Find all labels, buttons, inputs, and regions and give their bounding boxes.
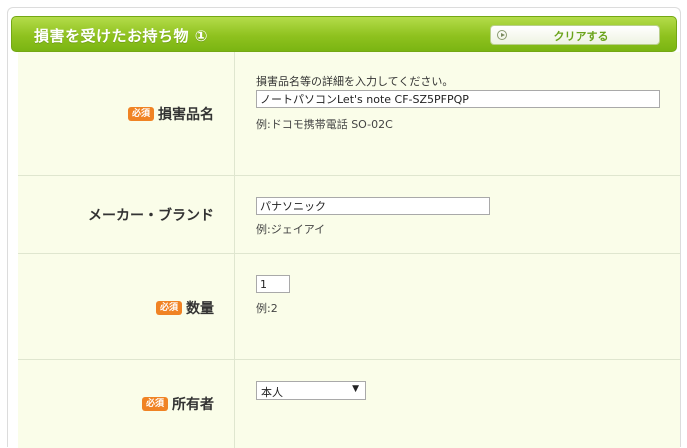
row-item-name: 必須 損害品名 損害品名等の詳細を入力してください。 例:ドコモ携帯電話 SO-… [18,52,680,176]
row-label-cell: 必須 損害品名 [18,52,235,175]
maker-label: メーカー・ブランド [88,205,214,225]
quantity-label: 必須 数量 [155,298,214,318]
required-badge: 必須 [155,301,182,315]
row-input-cell: 例:ジェイアイ [236,176,680,253]
quantity-input[interactable] [256,275,290,293]
row-label-cell: 必須 所有者 [18,360,235,448]
dropdown-arrow-icon: ▼ [352,384,359,394]
row-owner: 必須 所有者 本人 ▼ [18,360,680,448]
row-maker: メーカー・ブランド 例:ジェイアイ [18,176,680,254]
quantity-label-text: 数量 [186,301,214,317]
item-name-label: 必須 損害品名 [127,104,214,124]
owner-select[interactable]: 本人 ▼ [256,381,366,400]
maker-input[interactable] [256,197,490,215]
row-label-cell: メーカー・ブランド [18,176,235,253]
form-rows: 必須 損害品名 損害品名等の詳細を入力してください。 例:ドコモ携帯電話 SO-… [18,52,680,448]
item-name-input[interactable] [256,90,660,108]
owner-select-value: 本人 [261,386,283,399]
row-input-cell: 本人 ▼ [236,360,680,448]
maker-example: 例:ジェイアイ [256,223,326,236]
row-quantity: 必須 数量 例:2 [18,254,680,360]
required-badge: 必須 [127,107,154,121]
row-input-cell: 損害品名等の詳細を入力してください。 例:ドコモ携帯電話 SO-02C [236,52,680,175]
clear-button-label: クリアする [553,30,609,43]
row-label-cell: 必須 数量 [18,254,235,359]
required-badge: 必須 [141,397,168,411]
row-input-cell: 例:2 [236,254,680,359]
item-name-example: 例:ドコモ携帯電話 SO-02C [256,118,393,131]
section-title: 損害を受けたお持ち物 ① [34,27,208,45]
item-name-help: 損害品名等の詳細を入力してください。 [256,75,454,88]
owner-label-text: 所有者 [172,397,214,413]
item-name-label-text: 損害品名 [158,107,214,123]
clear-button[interactable]: クリアする [490,25,660,45]
section-header: 損害を受けたお持ち物 ① クリアする [11,16,677,52]
quantity-example: 例:2 [256,302,278,315]
maker-label-text: メーカー・ブランド [88,208,214,224]
owner-label: 必須 所有者 [141,394,214,414]
